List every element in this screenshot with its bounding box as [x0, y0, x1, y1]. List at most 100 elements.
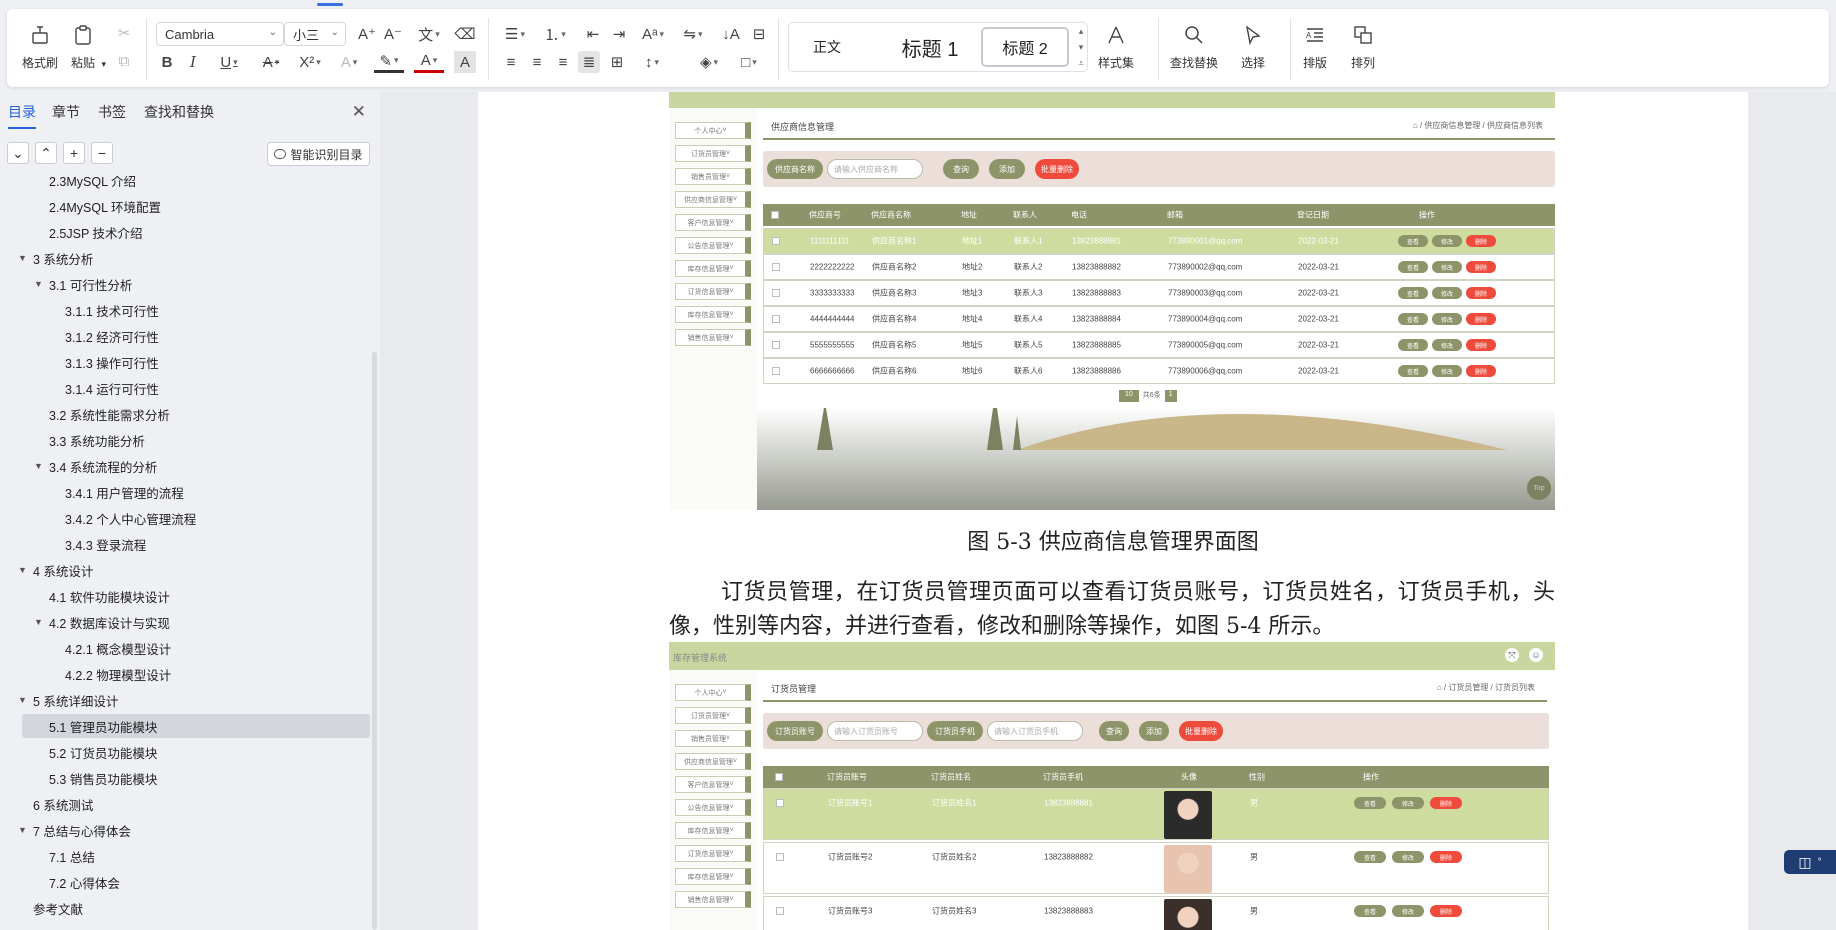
- toc-item[interactable]: ▼ 7 总结与心得体会: [0, 818, 372, 842]
- view-button[interactable]: 查看: [1398, 313, 1428, 325]
- toc-item[interactable]: ▼ 5 系统详细设计: [0, 688, 372, 712]
- chevron-up-icon[interactable]: ▴: [1079, 26, 1084, 37]
- app-sidebar-item[interactable]: 订货员管理 ˅: [675, 145, 751, 162]
- toc-item[interactable]: 7.2 心得体会: [0, 870, 372, 894]
- floating-view-control[interactable]: ◫ °: [1784, 850, 1836, 874]
- close-icon[interactable]: ✕: [352, 102, 366, 122]
- toc-item[interactable]: ▼ 3 系统分析: [0, 246, 372, 270]
- chevron-down-icon[interactable]: ▾: [1079, 42, 1084, 53]
- expand-triangle-icon[interactable]: ▼: [18, 253, 27, 263]
- edit-button[interactable]: 修改: [1392, 905, 1424, 917]
- table-row[interactable]: 4444444444 供应商名称4 地址4 联系人4 13823888884 773890…: [763, 306, 1555, 332]
- toc-item[interactable]: 5.2 订货员功能模块: [0, 740, 372, 764]
- bold-icon[interactable]: B: [156, 51, 178, 73]
- highlight-icon[interactable]: ✎: [374, 51, 404, 73]
- toc-item[interactable]: 2.4MySQL 环境配置: [0, 194, 372, 218]
- view-button[interactable]: 查看: [1398, 235, 1428, 247]
- query-button[interactable]: 查询: [1099, 721, 1129, 741]
- text-direction-icon[interactable]: ⇋: [678, 23, 708, 45]
- toc-item[interactable]: 4.2.2 物理模型设计: [0, 662, 372, 686]
- app-sidebar-item[interactable]: 客户信息管理 ˅: [675, 214, 751, 231]
- paste-button[interactable]: 粘贴 ▾: [70, 22, 106, 71]
- toc-item[interactable]: ▼ 3.4 系统流程的分析: [0, 454, 372, 478]
- delete-button[interactable]: 删除: [1466, 313, 1496, 325]
- font-color-icon[interactable]: A: [414, 51, 444, 73]
- select-all-checkbox[interactable]: [771, 211, 779, 219]
- table-row[interactable]: 订货员账号3 订货员姓名3 13823888883 男 查看 修改 删除: [763, 896, 1549, 930]
- add-button[interactable]: 添加: [1139, 721, 1169, 741]
- app-sidebar-item[interactable]: 订货员管理 ˅: [675, 707, 751, 724]
- sort-icon[interactable]: ↓A: [720, 23, 742, 45]
- align-right-icon[interactable]: ≡: [552, 51, 574, 73]
- view-button[interactable]: 查看: [1398, 261, 1428, 273]
- borders-icon[interactable]: □: [734, 51, 764, 73]
- expand-triangle-icon[interactable]: ▼: [18, 565, 27, 575]
- bullets-icon[interactable]: ☰: [500, 23, 530, 45]
- app-sidebar-item[interactable]: 销售信息管理 ˅: [675, 329, 751, 346]
- style-set-button[interactable]: 样式集: [1098, 22, 1134, 71]
- gallery-scroll[interactable]: ▴ ▾ ⩡: [1074, 23, 1088, 71]
- underline-icon[interactable]: U: [214, 51, 244, 73]
- toc-item[interactable]: ▼ 4.2 数据库设计与实现: [0, 610, 372, 634]
- row-checkbox[interactable]: [772, 237, 780, 245]
- numbering-icon[interactable]: ⒈: [540, 23, 570, 45]
- view-button[interactable]: 查看: [1398, 339, 1428, 351]
- user-icon[interactable]: ☺: [1529, 648, 1543, 662]
- show-marks-icon[interactable]: ⊟: [748, 23, 770, 45]
- toc-item[interactable]: 3.1.3 操作可行性: [0, 350, 372, 374]
- toc-item[interactable]: 3.1.2 经济可行性: [0, 324, 372, 348]
- row-checkbox[interactable]: [772, 367, 780, 375]
- expand-triangle-icon[interactable]: ▼: [34, 279, 43, 289]
- italic-icon[interactable]: I: [182, 51, 204, 73]
- page-number[interactable]: 1: [1164, 390, 1177, 402]
- expand-triangle-icon[interactable]: ▼: [18, 695, 27, 705]
- row-checkbox[interactable]: [772, 289, 780, 297]
- table-header-cell[interactable]: 头像: [1181, 772, 1197, 783]
- toc-item[interactable]: 5.3 销售员功能模块: [0, 766, 372, 790]
- line-spacing-icon[interactable]: ↕: [636, 51, 668, 73]
- page-size-select[interactable]: 10: [1119, 390, 1139, 402]
- app-sidebar-item[interactable]: 公告信息管理 ˅: [675, 237, 751, 254]
- toc-item[interactable]: 3.1.1 技术可行性: [0, 298, 372, 322]
- tab-chapters[interactable]: 章节: [52, 102, 80, 122]
- change-case-icon[interactable]: Aᵃ: [638, 23, 668, 45]
- view-button[interactable]: 查看: [1354, 851, 1386, 863]
- expand-level-button[interactable]: ⌃: [35, 142, 57, 164]
- toc-item[interactable]: 7.1 总结: [0, 844, 372, 868]
- table-header-cell[interactable]: 订货员手机: [1043, 772, 1083, 783]
- table-header-cell[interactable]: 操作: [1363, 772, 1379, 783]
- edit-button[interactable]: 修改: [1432, 313, 1462, 325]
- app-sidebar-item[interactable]: 库存信息管理 ˅: [675, 868, 751, 885]
- edit-button[interactable]: 修改: [1432, 365, 1462, 377]
- edit-button[interactable]: 修改: [1432, 287, 1462, 299]
- style-heading-1[interactable]: 标题 1: [887, 27, 973, 67]
- tab-toc[interactable]: 目录: [8, 102, 36, 129]
- app-sidebar-item[interactable]: 公告信息管理 ˅: [675, 799, 751, 816]
- app-sidebar-item[interactable]: 销售信息管理 ˅: [675, 891, 751, 908]
- cut-icon[interactable]: ✂: [113, 22, 135, 44]
- edit-button[interactable]: 修改: [1432, 339, 1462, 351]
- app-sidebar-item[interactable]: 个人中心 ˅: [675, 122, 751, 139]
- grow-font-icon[interactable]: A⁺: [356, 23, 378, 45]
- tab-bookmarks[interactable]: 书签: [98, 102, 126, 122]
- copy-icon[interactable]: ⧉: [113, 50, 135, 72]
- toc-item[interactable]: 6 系统测试: [0, 792, 372, 816]
- font-name-select[interactable]: Cambria ⌄: [156, 22, 284, 46]
- toc-item[interactable]: 2.5JSP 技术介绍: [0, 220, 372, 244]
- toc-item[interactable]: 3.4.1 用户管理的流程: [0, 480, 372, 504]
- table-row[interactable]: 2222222222 供应商名称2 地址2 联系人2 13823888882 773890…: [763, 254, 1555, 280]
- row-checkbox[interactable]: [776, 799, 784, 807]
- table-row[interactable]: 订货员账号2 订货员姓名2 13823888882 男 查看 修改 删除: [763, 842, 1549, 894]
- select-button[interactable]: 选择: [1240, 22, 1266, 71]
- style-heading-2[interactable]: 标题 2: [981, 27, 1069, 67]
- back-to-top-button[interactable]: Top: [1527, 476, 1551, 500]
- delete-button[interactable]: 删除: [1430, 797, 1462, 809]
- align-center-icon[interactable]: ≡: [526, 51, 548, 73]
- table-header-cell[interactable]: 供应商名称: [871, 210, 911, 221]
- clear-format-icon[interactable]: ⌫: [454, 23, 476, 45]
- app-sidebar-item[interactable]: 订货信息管理 ˅: [675, 283, 751, 300]
- toc-scrollbar[interactable]: [372, 352, 377, 930]
- select-all-checkbox[interactable]: [775, 773, 783, 781]
- toc-item[interactable]: 3.1.4 运行可行性: [0, 376, 372, 400]
- app-sidebar-item[interactable]: 供应商信息管理 ˅: [675, 191, 751, 208]
